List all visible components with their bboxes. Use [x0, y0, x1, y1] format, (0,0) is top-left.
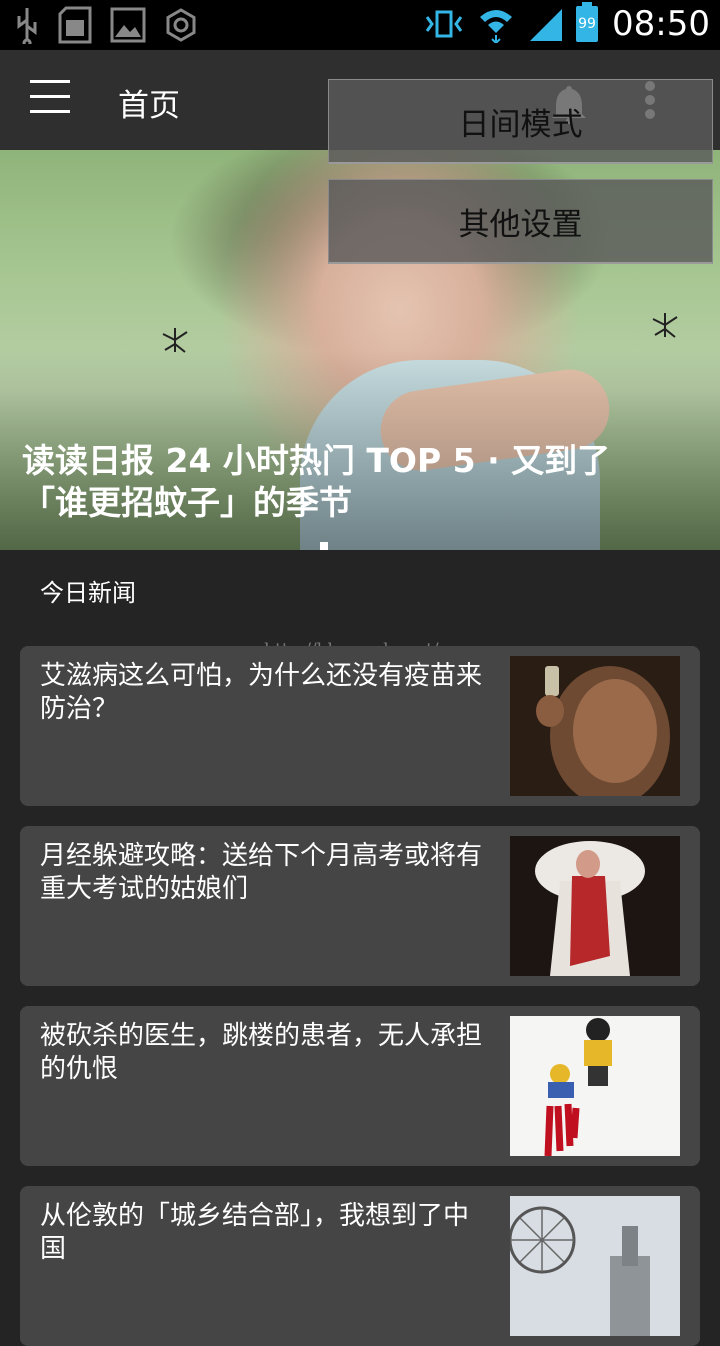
- wifi-icon: [480, 10, 513, 43]
- news-thumbnail: [510, 656, 680, 796]
- menu-item-day-mode[interactable]: 日间模式: [328, 79, 713, 164]
- news-card[interactable]: 从伦敦的「城乡结合部」，我想到了中国: [20, 1186, 700, 1346]
- news-thumbnail: [510, 1016, 680, 1156]
- usb-icon: [17, 8, 37, 44]
- battery-icon: 99: [576, 2, 599, 42]
- sync-icon: [166, 8, 196, 42]
- menu-item-other-settings[interactable]: 其他设置: [328, 179, 713, 264]
- news-title: 艾滋病这么可怕，为什么还没有疫苗来防治？: [40, 661, 483, 724]
- image-icon: [110, 7, 146, 43]
- news-thumbnail: [510, 836, 680, 976]
- news-title: 从伦敦的「城乡结合部」，我想到了中国: [40, 1201, 470, 1264]
- news-title: 月经躲避攻略：送给下个月高考或将有重大考试的姑娘们: [40, 841, 483, 904]
- section-label: 今日新闻: [40, 579, 136, 607]
- sd-card-icon: [58, 6, 92, 44]
- page-title: 首页: [118, 88, 180, 124]
- clock: 08:50: [612, 4, 710, 44]
- battery-level: 99: [578, 16, 596, 32]
- news-card[interactable]: 艾滋病这么可怕，为什么还没有疫苗来防治？: [20, 646, 700, 806]
- hero-title: 读读日报 24 小时热门 TOP 5 · 又到了「谁更招蚊子」的季节: [22, 441, 611, 522]
- signal-icon: [530, 9, 563, 41]
- vibrate-icon: [425, 10, 463, 38]
- news-card[interactable]: 月经躲避攻略：送给下个月高考或将有重大考试的姑娘们: [20, 826, 700, 986]
- news-card[interactable]: 被砍杀的医生，跳楼的患者，无人承担的仇恨: [20, 1006, 700, 1166]
- hero-page-indicator: [320, 542, 328, 550]
- news-thumbnail: [510, 1196, 680, 1336]
- menu-icon[interactable]: [30, 80, 70, 120]
- news-title: 被砍杀的医生，跳楼的患者，无人承担的仇恨: [40, 1021, 483, 1084]
- status-bar: 99 08:50: [0, 0, 720, 50]
